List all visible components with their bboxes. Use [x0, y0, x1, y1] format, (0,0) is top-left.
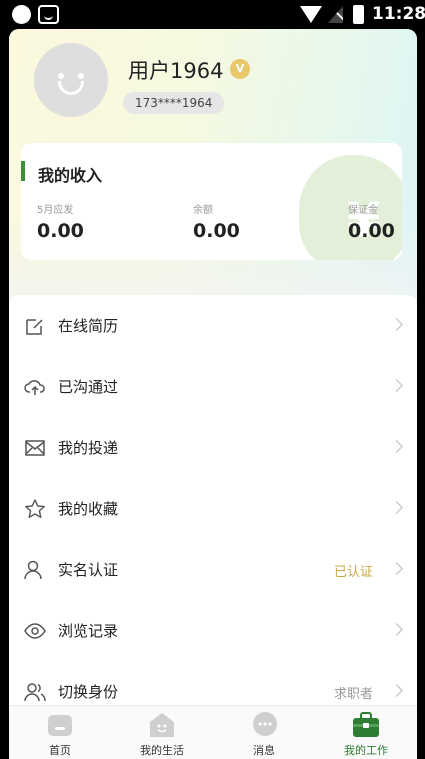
avatar-smile-icon — [58, 81, 84, 95]
menu-item-resume[interactable]: 在线简历 — [9, 295, 417, 356]
eye-icon — [24, 623, 46, 639]
tab-label: 我的生活 — [140, 744, 184, 757]
cloud-upload-icon — [24, 380, 45, 395]
menu-item-label: 实名认证 — [58, 561, 119, 579]
balance-value[interactable]: 0.00 — [193, 220, 240, 242]
menu-item-label: 在线简历 — [58, 317, 119, 335]
monthly-payable-value[interactable]: 0.00 — [37, 220, 84, 242]
mail-icon — [25, 440, 45, 456]
vip-badge-icon[interactable]: V — [230, 59, 250, 79]
chevron-right-icon — [390, 501, 403, 514]
profile-screen: 用户1964 V 173****1964 ¥ 我的收入 5月应发 0.00 余额… — [9, 29, 417, 759]
avatar[interactable] — [34, 43, 108, 117]
menu-item-label: 切换身份 — [58, 683, 119, 701]
avatar-eye-icon — [58, 73, 64, 79]
menu-item-label: 我的投递 — [58, 439, 119, 457]
tab-my-life[interactable]: 我的生活 — [111, 710, 213, 759]
monthly-payable-label: 5月应发 — [37, 205, 74, 216]
phone-number-badge: 173****1964 — [123, 92, 225, 114]
menu-item-history[interactable]: 浏览记录 — [9, 600, 417, 661]
star-icon — [25, 499, 45, 518]
verified-status: 已认证 — [333, 565, 373, 580]
menu-item-verification[interactable]: 实名认证 已认证 — [9, 539, 417, 600]
deposit-value[interactable]: 0.00 — [348, 220, 395, 242]
signal-off-icon — [328, 6, 343, 23]
edit-icon — [26, 319, 43, 335]
chevron-right-icon — [390, 684, 403, 697]
life-icon — [150, 713, 174, 737]
menu-item-favorites[interactable]: 我的收藏 — [9, 478, 417, 539]
tab-label: 消息 — [253, 744, 275, 757]
wifi-icon — [300, 6, 322, 23]
chevron-right-icon — [390, 562, 403, 575]
chevron-right-icon — [390, 623, 403, 636]
title-accent-bar — [21, 161, 25, 181]
notification-dot-icon — [12, 5, 31, 24]
clock: 11:28 — [372, 4, 425, 24]
menu-list: 在线简历 已沟通过 我的投递 我的收藏 实名认证 已认证 浏览记录 切换身份 求… — [9, 295, 417, 735]
menu-item-label: 浏览记录 — [58, 622, 119, 640]
briefcase-icon — [353, 712, 379, 737]
status-bar: 11:28 — [0, 0, 425, 29]
menu-item-label: 已沟通过 — [58, 378, 119, 396]
username[interactable]: 用户1964 — [128, 55, 223, 85]
app-notification-icon — [38, 5, 59, 24]
battery-icon — [353, 5, 364, 24]
chevron-right-icon — [390, 440, 403, 453]
home-icon — [48, 715, 72, 736]
tab-messages[interactable]: 消息 — [213, 710, 315, 759]
balance-label: 余额 — [193, 205, 213, 216]
menu-item-applications[interactable]: 我的投递 — [9, 417, 417, 478]
menu-item-contacted[interactable]: 已沟通过 — [9, 356, 417, 417]
user-icon — [24, 560, 42, 580]
income-title: 我的收入 — [38, 166, 103, 185]
bottom-tab-bar: 首页 我的生活 消息 我的工作 — [9, 705, 417, 759]
users-icon — [24, 683, 46, 702]
tab-label: 我的工作 — [344, 744, 388, 757]
avatar-eye-icon — [78, 73, 84, 79]
tab-my-work[interactable]: 我的工作 — [315, 710, 417, 759]
tab-label: 首页 — [49, 744, 71, 757]
tab-home[interactable]: 首页 — [9, 710, 111, 759]
chevron-right-icon — [390, 318, 403, 331]
deposit-label: 保证金 — [348, 205, 378, 216]
menu-item-label: 我的收藏 — [58, 500, 119, 518]
income-card[interactable]: ¥ 我的收入 5月应发 0.00 余额 0.00 保证金 0.00 — [21, 143, 402, 260]
role-status: 求职者 — [333, 687, 373, 702]
chevron-right-icon — [390, 379, 403, 392]
message-icon — [253, 712, 277, 736]
